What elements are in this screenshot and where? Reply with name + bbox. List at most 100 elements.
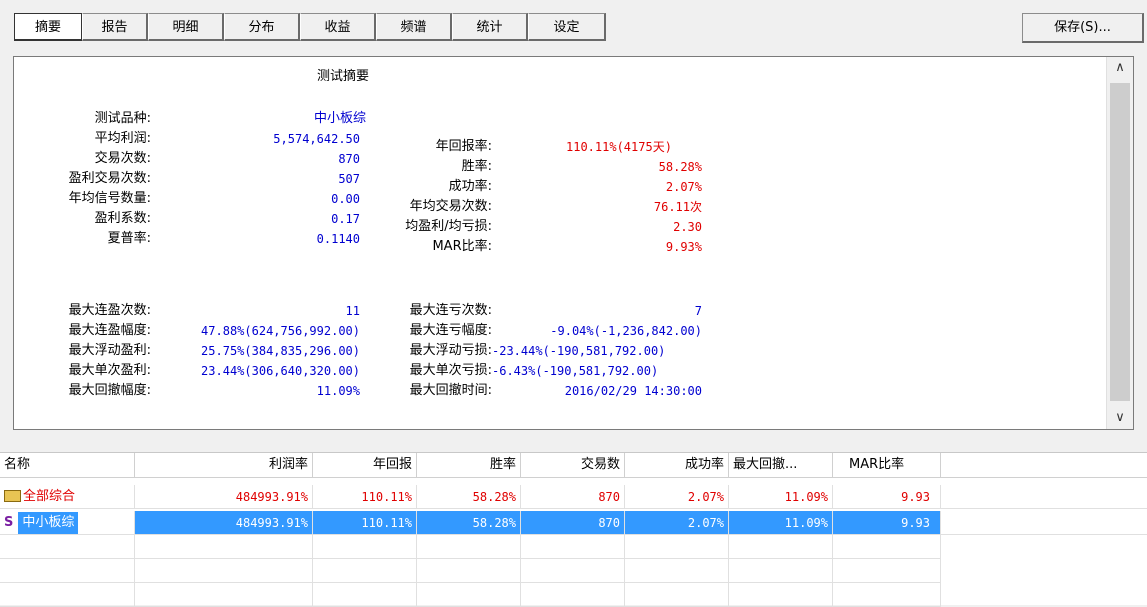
annual-trades-value: 76.11次 (653, 200, 702, 214)
avg-win-loss-label: 均盈利/均亏损: (405, 219, 492, 234)
row-trade-count: 870 (521, 485, 625, 509)
max-single-profit-label: 最大单次盈利: (68, 363, 151, 378)
col-header-filler (941, 453, 1147, 477)
row-name-cell: 全部综合 (0, 485, 135, 509)
max-win-streak-amp-label: 最大连盈幅度: (68, 323, 151, 338)
col-header-mar-ratio[interactable]: MAR比率 (833, 453, 941, 477)
row-name: 中小板综 (18, 512, 79, 534)
row-trade-count: 870 (521, 511, 625, 535)
annual-return-value: 110.11%(4175天) (566, 140, 672, 154)
col-header-success-rate[interactable]: 成功率 (625, 453, 729, 477)
annual-signal-value: 0.00 (331, 192, 360, 206)
annual-signal-label: 年均信号数量: (68, 191, 151, 206)
tab-statistics[interactable]: 统计 (452, 13, 528, 41)
max-float-loss-label: 最大浮动亏损: (409, 343, 492, 358)
max-float-loss-value: -23.44%(-190,581,792.00) (492, 344, 666, 358)
success-rate-label: 成功率: (448, 179, 492, 194)
win-trade-count-label: 盈利交易次数: (68, 171, 151, 186)
col-header-name[interactable]: 名称 (0, 453, 135, 477)
max-float-profit-label: 最大浮动盈利: (68, 343, 151, 358)
row-annual-return: 110.11% (313, 485, 417, 509)
tab-summary[interactable]: 摘要 (14, 13, 82, 41)
table-row[interactable]: S 中小板综 484993.91% 110.11% 58.28% 870 2.07… (0, 511, 1147, 535)
mar-ratio-label: MAR比率: (432, 239, 492, 254)
max-drawdown-label: 最大回撤幅度: (68, 383, 151, 398)
summary-title: 测试摘要 (317, 69, 370, 84)
mar-ratio-value: 9.93% (665, 240, 702, 254)
row-mar-ratio: 9.93 (833, 511, 941, 535)
col-header-trade-count[interactable]: 交易数 (521, 453, 625, 477)
win-trade-count-value: 507 (338, 172, 360, 186)
row-profit-rate: 484993.91% (135, 511, 313, 535)
folder-icon (4, 489, 21, 502)
col-header-win-rate[interactable]: 胜率 (417, 453, 521, 477)
max-loss-streak-amp-label: 最大连亏幅度: (409, 323, 492, 338)
row-name-cell: S 中小板综 (0, 511, 135, 535)
avg-profit-label: 平均利润: (94, 131, 151, 146)
trade-count-label: 交易次数: (94, 151, 151, 166)
tab-bar: 摘要 报告 明细 分布 收益 频谱 统计 设定 (14, 13, 606, 43)
max-win-streak-value: 11 (345, 304, 360, 318)
annual-return-label: 年回报率: (435, 139, 492, 154)
instrument-value: 中小板综 (313, 111, 366, 126)
table-row-empty (0, 535, 1147, 559)
max-drawdown-time-value: 2016/02/29 14:30:00 (564, 384, 702, 398)
row-win-rate: 58.28% (417, 485, 521, 509)
annual-trades-label: 年均交易次数: (409, 199, 492, 214)
col-header-profit-rate[interactable]: 利润率 (135, 453, 313, 477)
save-button[interactable]: 保存(S)... (1022, 13, 1144, 43)
tab-profit[interactable]: 收益 (300, 13, 376, 41)
col-header-max-drawdown[interactable]: 最大回撤... (729, 453, 833, 477)
row-success-rate: 2.07% (625, 511, 729, 535)
instrument-label: 测试品种: (94, 111, 151, 126)
profit-factor-label: 盈利系数: (94, 211, 151, 226)
scroll-down-icon[interactable]: ∨ (1107, 407, 1133, 429)
max-drawdown-time-label: 最大回撤时间: (409, 383, 492, 398)
tab-spectrum[interactable]: 频谱 (376, 13, 452, 41)
win-rate-value: 58.28% (658, 160, 702, 174)
row-filler (941, 511, 1147, 535)
profit-factor-value: 0.17 (331, 212, 360, 226)
row-annual-return: 110.11% (313, 511, 417, 535)
avg-profit-value: 5,574,642.50 (273, 132, 360, 146)
sharpe-value: 0.1140 (316, 232, 360, 246)
row-filler (941, 485, 1147, 509)
summary-scrollbar[interactable]: ∧ ∨ (1106, 57, 1133, 429)
success-rate-value: 2.07% (665, 180, 702, 194)
sharpe-label: 夏普率: (107, 231, 151, 246)
max-loss-streak-value: 7 (694, 304, 702, 318)
results-grid: 名称 利润率 年回报 胜率 交易数 成功率 最大回撤... MAR比率 全部综合… (0, 452, 1147, 607)
avg-win-loss-value: 2.30 (673, 220, 702, 234)
tab-detail[interactable]: 明细 (148, 13, 224, 41)
max-drawdown-value: 11.09% (316, 384, 360, 398)
grid-header: 名称 利润率 年回报 胜率 交易数 成功率 最大回撤... MAR比率 (0, 453, 1147, 478)
max-single-loss-value: -6.43%(-190,581,792.00) (492, 364, 659, 378)
table-row-empty (0, 583, 1147, 607)
max-loss-streak-label: 最大连亏次数: (409, 303, 492, 318)
row-max-drawdown: 11.09% (729, 511, 833, 535)
max-float-profit-value: 25.75%(384,835,296.00) (201, 344, 360, 358)
row-success-rate: 2.07% (625, 485, 729, 509)
scrollbar-thumb[interactable] (1110, 83, 1130, 401)
max-win-streak-label: 最大连盈次数: (68, 303, 151, 318)
win-rate-label: 胜率: (461, 159, 492, 174)
stock-s-icon: S (4, 515, 14, 530)
trade-count-value: 870 (338, 152, 360, 166)
table-row-empty (0, 559, 1147, 583)
table-row[interactable]: 全部综合 484993.91% 110.11% 58.28% 870 2.07%… (0, 485, 1147, 509)
scroll-up-icon[interactable]: ∧ (1107, 57, 1133, 79)
tab-settings[interactable]: 设定 (528, 13, 606, 41)
col-header-annual-return[interactable]: 年回报 (313, 453, 417, 477)
tab-report[interactable]: 报告 (82, 13, 148, 41)
row-profit-rate: 484993.91% (135, 485, 313, 509)
row-name: 全部综合 (23, 489, 76, 504)
row-mar-ratio: 9.93 (833, 485, 941, 509)
tab-distribution[interactable]: 分布 (224, 13, 300, 41)
max-single-profit-value: 23.44%(306,640,320.00) (201, 364, 360, 378)
max-single-loss-label: 最大单次亏损: (409, 363, 492, 378)
row-max-drawdown: 11.09% (729, 485, 833, 509)
summary-panel: 测试摘要 测试品种: 中小板综 平均利润: 5,574,642.50 交易次数:… (13, 56, 1134, 430)
row-win-rate: 58.28% (417, 511, 521, 535)
max-loss-streak-amp-value: -9.04%(-1,236,842.00) (550, 324, 702, 338)
max-win-streak-amp-value: 47.88%(624,756,992.00) (201, 324, 360, 338)
